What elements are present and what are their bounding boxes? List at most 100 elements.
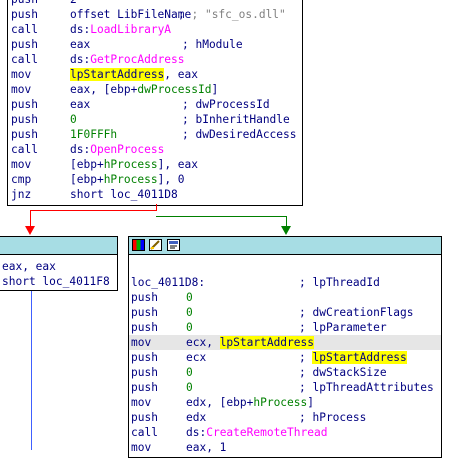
operand: edx [186,410,206,425]
code-line[interactable]: push 0 [129,290,441,305]
mnemonic: push [131,291,158,304]
mnemonic: mov [11,158,32,171]
mnemonic: push [131,321,158,334]
immediate: 0 [186,381,193,394]
mnemonic: push [11,8,38,21]
code-line[interactable]: cmp [ebp+hProcess], 0 [8,172,302,187]
api-name: LoadLibraryA [90,23,172,36]
comment: ; dwStackSize [299,366,387,379]
mnemonic: mov [11,68,32,81]
right-basic-block[interactable]: loc_4011D8: ; lpThreadId push 0 push 0 ; dwCre… [128,236,442,458]
immediate: 1F0FFFh [70,128,118,141]
operand-text: eax, 1 [186,441,227,454]
operand: short loc_4011D8 [70,187,178,202]
code-line[interactable]: push 0 ; dwStackSize [129,365,441,380]
code-line[interactable]: mov edx, [ebp+hProcess] [129,395,441,410]
code-line[interactable]: push edx ; hProcess [129,410,441,425]
mnemonic: mov [131,441,152,454]
code-line[interactable]: push 0 ; dwCreationFlags [129,305,441,320]
code-line[interactable]: push 1F0FFFh ; dwDesiredAccess [8,127,302,142]
operand-end: ], 0 [157,173,185,186]
mnemonic: push [131,381,158,394]
comment-prefix: ; [299,351,313,364]
operand: ds:CreateRemoteThread [186,425,327,440]
top-basic-block[interactable]: push 2 push offset LibFileName; ; "sfc_os.d… [7,0,303,206]
code-line[interactable]: mov lpStartAddress, eax [8,67,302,82]
code-line[interactable]: call ds:GetProcAddress [8,52,302,67]
operand-text: [ebp+ [70,173,104,186]
code-line[interactable]: push eax ; dwProcessId [8,97,302,112]
code-line[interactable]: call ds:LoadLibraryA [8,22,302,37]
immediate: 0 [186,366,193,379]
left-basic-block[interactable]: eax, eax short loc_4011F8 [0,236,118,291]
code-line[interactable]: jnz short loc_4011D8 [8,187,302,202]
immediate: 0 [186,291,193,304]
operand: 0 [70,112,77,127]
code-line[interactable]: mov eax, [ebp+dwProcessId] [8,82,302,97]
operand: 1F0FFFh [70,127,117,142]
code-line-label[interactable]: loc_4011D8: ; lpThreadId [129,275,441,290]
api-name: GetProcAddress [90,53,185,66]
operand: 0 [186,320,193,335]
operand-text: offset LibFileName [70,8,192,21]
operand: 0 [186,365,193,380]
mnemonic: mov [131,396,152,409]
mnemonic: call [11,53,38,66]
graph-overview-icon[interactable] [167,239,180,251]
code-line[interactable]: push eax ; hModule [8,37,302,52]
code-line[interactable]: mov eax, 1 [129,440,441,455]
stack-var: hProcess [103,158,158,171]
mnemonic: jnz [11,188,32,201]
stack-var: hProcess [103,173,158,186]
code-line[interactable]: short loc_4011F8 [0,274,117,289]
code-line[interactable]: push 0 ; lpParameter [129,320,441,335]
api-name: OpenProcess [90,143,165,156]
rename-node-icon[interactable] [149,239,162,251]
operand: eax [70,37,90,52]
code-line[interactable]: push 0 ; bInheritHandle [8,112,302,127]
mnemonic: push [131,351,158,364]
comment: ; lpThreadId [299,276,380,289]
graph-color-icon[interactable] [132,239,145,251]
immediate: 0 [186,321,193,334]
comment: ; lpThreadAttributes [299,381,434,394]
operand: ds:OpenProcess [70,142,164,157]
operand: 0 [186,305,193,320]
operand: eax [70,97,90,112]
code-line[interactable]: mov [ebp+hProcess], eax [8,157,302,172]
comment: ; dwCreationFlags [299,306,414,319]
operand: 0 [186,380,193,395]
operand-text: ecx, [186,336,220,349]
operand-text: edx, [ebp+ [186,396,254,409]
mnemonic: cmp [11,173,32,186]
mnemonic: push [11,0,38,7]
operand: eax, [ebp+dwProcessId] [70,82,218,97]
code-line[interactable]: push 0 ; lpThreadAttributes [129,380,441,395]
operand-rest: , eax [164,68,198,81]
right-block-titlebar [129,237,441,255]
operand: [ebp+hProcess], eax [70,157,198,172]
code-line[interactable]: eax, eax [0,259,117,274]
comment: ; dwProcessId [182,98,270,111]
operand: ecx [186,350,206,365]
operand: 2 [70,0,77,7]
code-line[interactable]: push ecx; lpStartAddress [129,350,441,365]
operand-prefix: ds: [70,23,91,36]
mnemonic: push [131,366,158,379]
comment: ; hProcess [299,411,367,424]
code-line[interactable]: push 2 [8,0,302,7]
comment: ; lpParameter [299,321,387,334]
code-line[interactable]: call ds:OpenProcess [8,142,302,157]
code-line[interactable]: push offset LibFileName; ; "sfc_os.dll" [8,7,302,22]
highlighted-symbol: lpStartAddress [70,68,165,81]
operand: eax, 1 [186,440,226,455]
operand-text: eax [70,98,91,111]
mnemonic: push [11,113,38,126]
stack-var: hProcess [253,396,308,409]
code-line[interactable]: call ds:CreateRemoteThread [129,425,441,440]
code-line[interactable]: mov ecx, lpStartAddress [129,335,441,350]
left-block-titlebar [0,237,117,255]
mnemonic: call [11,23,38,36]
operand-text: 2 [70,0,77,6]
comment: ; hModule [182,38,243,51]
